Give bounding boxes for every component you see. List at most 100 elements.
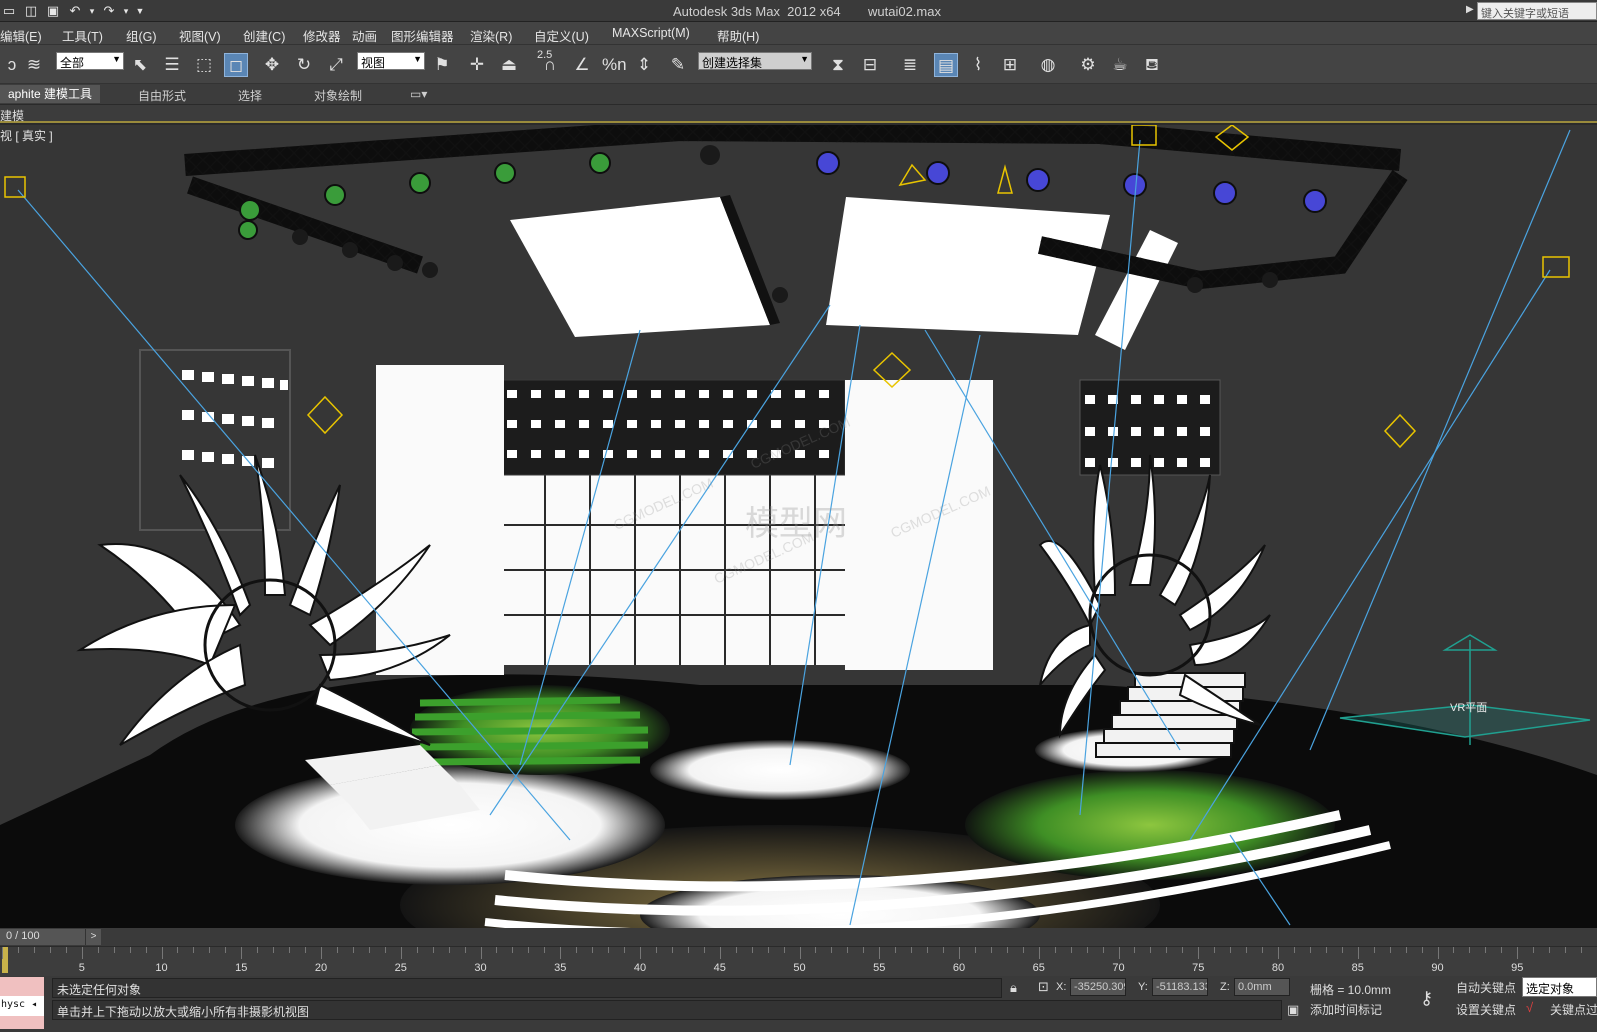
snap-icon[interactable]: ∩ [538,53,562,77]
time-slider[interactable]: 0 / 100 > [0,928,1597,946]
menu-create[interactable]: 创建(C) [243,26,285,45]
x-coordinate-field[interactable]: -35250.309 [1070,978,1126,996]
next-frame-button[interactable]: > [85,929,101,945]
menu-maxscript[interactable]: MAXScript(M) [612,26,690,40]
redo-dropdown-icon[interactable]: ▾ [122,2,130,20]
material-editor-icon[interactable]: ◍ [1036,53,1060,77]
undo-icon[interactable]: ↶ [66,2,84,20]
add-time-tag-button[interactable]: 添加时间标记 [1310,1001,1382,1018]
menu-group[interactable]: 组(G) [126,26,157,45]
ribbon-options-icon[interactable]: ▭▾ [410,87,427,101]
keyboard-shortcut-icon[interactable]: ⏏ [497,53,521,77]
edit-named-selection-icon[interactable]: ✎ [666,53,690,77]
timeline-tick [1517,947,1519,959]
y-label: Y: [1138,981,1148,993]
render-frame-icon[interactable]: ☕ [1108,53,1132,77]
graphite-toggle-icon[interactable]: ▤ [934,53,958,77]
timeline-tick [815,947,817,953]
timeline-tick [1054,947,1056,953]
link-icon[interactable]: ≋ [22,53,46,77]
timeline-tick [1549,947,1551,953]
named-selection-dropdown[interactable]: 创建选择集 ▼ [698,52,812,70]
timeline-tick [1246,947,1248,953]
timeline-tick [608,947,610,953]
timeline-tick [1293,947,1295,953]
timeline-tick [368,947,370,953]
tab-freeform[interactable]: 自由形式 [138,87,186,104]
selection-status: 未选定任何对象 [52,978,1002,998]
render-icon[interactable]: ⛾ [1140,53,1164,77]
spinner-snap-icon[interactable]: ⇕ [632,53,656,77]
menu-animation[interactable]: 动画 [352,26,377,45]
time-slider-thumb[interactable]: 0 / 100 [0,929,85,945]
undo-dropdown-icon[interactable]: ▾ [88,2,96,20]
z-coordinate-field[interactable]: 0.0mm [1234,978,1290,996]
timeline-tick [113,947,115,953]
rect-region-icon[interactable]: ⬚ [192,53,216,77]
scale-icon[interactable]: ⤢ [324,53,348,77]
menu-edit[interactable]: 编辑(E) [0,26,42,45]
menu-tools[interactable]: 工具(T) [62,26,103,45]
percent-snap-icon[interactable]: %n [602,53,627,77]
timeline-tick-label: 95 [1511,962,1524,974]
pivot-icon[interactable]: ⚑ [430,53,454,77]
menu-graph-editors[interactable]: 图形编辑器 [391,26,454,45]
lock-selection-icon[interactable]: 🔒︎ [1010,980,1017,996]
align-icon[interactable]: ⊟ [858,53,882,77]
z-label: Z: [1220,981,1230,993]
lasso-icon[interactable]: ↄ [0,53,24,77]
key-filters-button[interactable]: 关键点过滤 [1550,1001,1597,1018]
auto-key-button[interactable]: 自动关键点 [1456,979,1516,996]
menu-help[interactable]: 帮助(H) [717,26,759,45]
y-coordinate-field[interactable]: -51183.133 [1152,978,1208,996]
move-icon[interactable]: ✥ [260,53,284,77]
select-icon[interactable]: ⬉ [128,53,152,77]
new-file-icon[interactable]: ▭ [0,2,18,20]
watermark-logo: 模型网 [745,505,847,543]
angle-snap-icon[interactable]: ∠ [570,53,594,77]
search-input[interactable]: 键入关键字或短语 [1477,2,1597,20]
viewport-label[interactable]: 视 [ 真实 ] [0,127,53,144]
save-icon[interactable]: ▣ [44,2,62,20]
reference-coord-dropdown[interactable]: 视图 ▼ [357,52,425,70]
maxscript-mini-listener[interactable]: hysc ◂ [0,996,44,1016]
tab-object-paint[interactable]: 对象绘制 [314,87,362,104]
open-icon[interactable]: ◫ [22,2,40,20]
absolute-mode-icon[interactable]: ⊡ [1038,979,1049,995]
mirror-icon[interactable]: ⧗ [826,53,850,77]
menu-rendering[interactable]: 渲染(R) [470,26,512,45]
selection-filter-dropdown[interactable]: 全部 ▼ [56,52,124,70]
tab-graphite-modeling[interactable]: aphite 建模工具 [0,85,101,103]
select-by-name-icon[interactable]: ☰ [160,53,184,77]
key-mode-dropdown[interactable]: 选定对象 [1522,977,1597,997]
render-setup-icon[interactable]: ⚙ [1076,53,1100,77]
rotate-icon[interactable]: ↻ [292,53,316,77]
timeline-tick-label: 55 [873,962,886,974]
manipulate-icon[interactable]: ✛ [465,53,489,77]
key-icon[interactable]: ⚷ [1420,988,1433,1009]
curve-editor-icon[interactable]: ⌇ [966,53,990,77]
timeline-tick-label: 10 [155,962,168,974]
search-expand-icon[interactable]: ▶ [1466,4,1474,15]
menu-bar: 编辑(E) 工具(T) 组(G) 视图(V) 创建(C) 修改器 动画 图形编辑… [0,22,1597,44]
layer-manager-icon[interactable]: ≣ [898,53,922,77]
timeline-tick [512,947,514,953]
app-title: Autodesk 3ds Max 2012 x64 [673,4,841,19]
named-selection-value: 创建选择集 [702,56,763,70]
redo-icon[interactable]: ↷ [100,2,118,20]
window-crossing-icon[interactable]: ◻ [224,53,248,77]
timeline-tick [911,947,913,953]
timeline-tick [1309,947,1311,953]
schematic-view-icon[interactable]: ⊞ [998,53,1022,77]
chevron-down-icon: ▼ [413,54,422,64]
menu-customize[interactable]: 自定义(U) [534,26,589,45]
perspective-viewport[interactable]: VR平面 CGMODEL.COM CGMODEL.COM CGMODEL.COM… [0,125,1597,928]
tab-selection[interactable]: 选择 [238,87,262,104]
track-bar[interactable]: 5 10 15 20 25 30 35 40 45 50 55 60 65 70 75 80 85 90 95 [0,946,1597,976]
time-tag-icon[interactable]: ▣ [1287,1002,1299,1018]
set-key-button[interactable]: 设置关键点 [1456,1001,1516,1018]
timeline-tick-label: 40 [633,962,647,974]
menu-modifiers[interactable]: 修改器 [303,26,341,45]
customize-quick-access-icon[interactable]: ▼ [134,2,146,20]
menu-views[interactable]: 视图(V) [179,26,221,45]
